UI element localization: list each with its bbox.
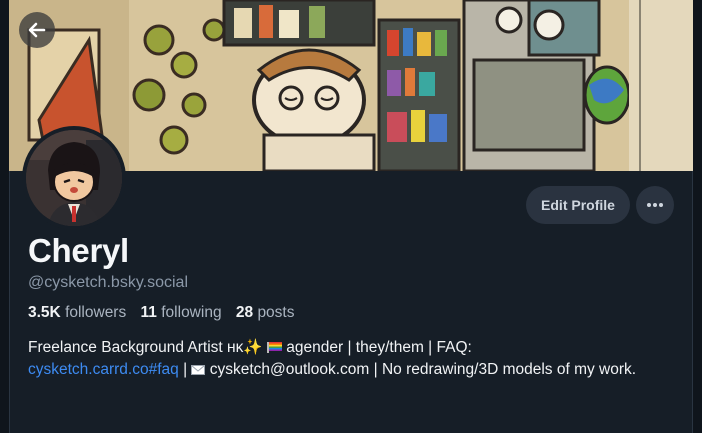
avatar-illustration — [26, 130, 122, 226]
posts-label: posts — [257, 304, 295, 321]
profile-stats: 3.5K followers 11 following 28 posts — [28, 304, 295, 322]
bio-text-2: agender | they/them | FAQ: — [286, 339, 472, 356]
edit-profile-label: Edit Profile — [541, 197, 615, 213]
followers-label: followers — [65, 304, 127, 321]
profile-page: Edit Profile Cheryl @cysketch.bsky.socia… — [0, 0, 702, 433]
followers-link[interactable]: 3.5K followers — [28, 304, 126, 321]
display-name: Cheryl — [28, 232, 129, 269]
ellipsis-icon — [647, 203, 663, 207]
email-text: cysketch@outlook.com — [209, 361, 370, 378]
following-label: following — [161, 304, 222, 321]
bio-separator: | — [178, 361, 192, 378]
more-options-button[interactable] — [636, 186, 674, 224]
following-count: 11 — [140, 304, 157, 321]
avatar-ring — [22, 126, 126, 230]
faq-link[interactable]: cysketch.carrd.co#faq — [28, 361, 179, 378]
profile-handle: @cysketch.bsky.social — [28, 274, 188, 291]
envelope-icon — [191, 365, 206, 375]
left-border — [0, 0, 9, 433]
bio-text-1: Freelance Background Artist ʜᴋ — [28, 339, 244, 356]
right-divider — [692, 170, 693, 433]
back-button[interactable] — [19, 12, 55, 48]
right-border — [693, 0, 702, 433]
posts-stat: 28 posts — [236, 304, 295, 321]
edit-profile-button[interactable]: Edit Profile — [526, 186, 630, 224]
following-link[interactable]: 11 following — [141, 304, 222, 321]
arrow-left-icon — [28, 22, 46, 38]
bio-text-3: | No redrawing/3D models of my work. — [373, 361, 637, 378]
left-divider — [9, 170, 10, 433]
sparkles-icon: ✨ — [243, 339, 263, 356]
posts-count: 28 — [235, 304, 254, 321]
avatar[interactable] — [26, 130, 122, 226]
rainbow-flag-icon — [266, 342, 282, 353]
followers-count: 3.5K — [28, 304, 61, 321]
profile-bio: Freelance Background Artist ʜᴋ✨ agender … — [28, 337, 678, 381]
